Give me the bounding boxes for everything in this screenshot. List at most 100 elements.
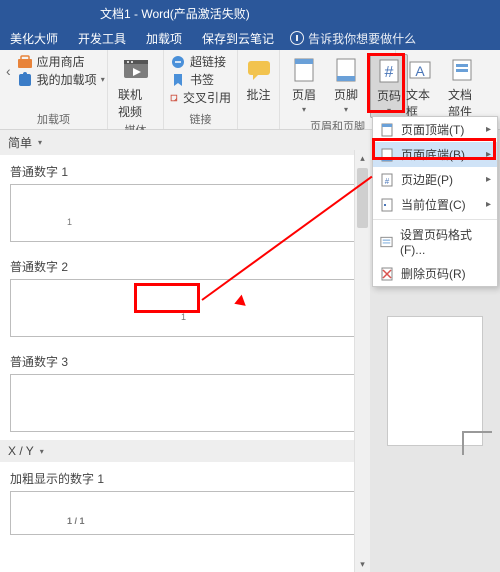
gallery-preview-3[interactable]: [10, 374, 360, 432]
gallery-preview-bold1[interactable]: 1 / 1: [10, 491, 360, 535]
puzzle-icon: [17, 72, 33, 88]
scroll-thumb[interactable]: [357, 168, 368, 228]
group-media: 联机视频 媒体: [108, 50, 164, 129]
tell-me-label: 告诉我你想要做什么: [308, 30, 416, 47]
crossref-icon: [170, 90, 179, 106]
bookmark-button[interactable]: 书签: [170, 72, 231, 88]
gallery-header-label: 简单: [8, 134, 32, 151]
menu-label: 删除页码(R): [401, 265, 466, 282]
tab-addins[interactable]: 加载项: [136, 26, 192, 50]
chevron-right-icon: ▸: [486, 199, 491, 210]
menu-label: 页面底端(B): [401, 146, 465, 163]
scroll-up-icon[interactable]: ▴: [355, 150, 370, 166]
chevron-right-icon: ▸: [486, 149, 491, 160]
title-bar: 文档1 - Word(产品激活失败): [0, 0, 500, 26]
chevron-left-icon[interactable]: ‹: [6, 63, 11, 79]
menu-label: 页面顶端(T): [401, 121, 464, 138]
textbox-icon: A: [406, 56, 434, 84]
menu-separator: [373, 219, 497, 220]
remove-icon: [379, 266, 395, 282]
my-addins-button[interactable]: 我的加载项 ▾: [17, 72, 105, 88]
app-store-button[interactable]: 应用商店: [17, 54, 105, 70]
menu-label: 页边距(P): [401, 171, 453, 188]
gallery-xy-label: X / Y: [8, 444, 34, 458]
gallery-preview-1[interactable]: 1: [10, 184, 360, 242]
page-number-sample: 1 / 1: [67, 516, 85, 526]
tab-beautify[interactable]: 美化大师: [0, 26, 68, 50]
hyperlink-button[interactable]: 超链接: [170, 54, 231, 70]
chevron-down-icon: ▾: [38, 138, 42, 147]
hyperlink-label: 超链接: [190, 54, 226, 70]
link-icon: [170, 54, 186, 70]
group-links-label: 链接: [170, 111, 231, 129]
chevron-down-icon: ▾: [40, 447, 44, 456]
ribbon-tabs: 美化大师 开发工具 加载项 保存到云笔记 告诉我你想要做什么: [0, 26, 500, 50]
menu-page-bottom[interactable]: 页面底端(B) ▸: [373, 142, 497, 167]
bookmark-icon: [170, 72, 186, 88]
gallery-item-label: 普通数字 3: [0, 345, 370, 374]
scroll-down-icon[interactable]: ▾: [355, 556, 370, 572]
comment-button[interactable]: 批注: [241, 54, 277, 105]
cross-ref-button[interactable]: 交叉引用: [170, 90, 231, 106]
textbox-label: 文本框: [406, 86, 434, 120]
chevron-down-icon: ▾: [302, 105, 306, 114]
chevron-right-icon: ▸: [486, 124, 491, 135]
gallery-preview-2[interactable]: 1: [10, 279, 360, 337]
my-addins-label: 我的加载项: [37, 72, 97, 88]
menu-current-position[interactable]: 当前位置(C) ▸: [373, 192, 497, 217]
chevron-down-icon: ▾: [344, 105, 348, 114]
document-page[interactable]: [387, 316, 483, 446]
group-links: 超链接 书签 交叉引用 链接: [164, 50, 238, 129]
online-video-button[interactable]: 联机视频: [114, 54, 157, 122]
group-comments: 批注: [238, 50, 280, 129]
footer-label: 页脚: [334, 86, 358, 103]
gallery-scrollbar[interactable]: ▴ ▾: [354, 150, 370, 572]
header-button[interactable]: 页眉 ▾: [286, 54, 322, 118]
app-store-label: 应用商店: [37, 54, 85, 70]
menu-format-page-number[interactable]: 设置页码格式(F)...: [373, 222, 497, 261]
chevron-down-icon: ▾: [101, 72, 105, 88]
page-number-sample: 1: [67, 217, 72, 227]
comment-icon: [245, 56, 273, 84]
menu-label: 当前位置(C): [401, 196, 466, 213]
chevron-down-icon: ▾: [387, 106, 391, 115]
header-icon: [290, 56, 318, 84]
gallery-header-simple: 简单 ▾: [0, 130, 370, 155]
menu-page-top[interactable]: 页面顶端(T) ▸: [373, 117, 497, 142]
parts-label: 文档部件: [448, 86, 476, 120]
footer-button[interactable]: 页脚 ▾: [328, 54, 364, 118]
menu-remove-page-number[interactable]: 删除页码(R): [373, 261, 497, 286]
svg-text:A: A: [415, 63, 425, 79]
tab-developer[interactable]: 开发工具: [68, 26, 136, 50]
chevron-right-icon: ▸: [486, 174, 491, 185]
page-number-menu: 页面顶端(T) ▸ 页面底端(B) ▸ # 页边距(P) ▸ 当前位置(C) ▸…: [372, 116, 498, 287]
svg-text:#: #: [385, 177, 390, 186]
menu-page-margins[interactable]: # 页边距(P) ▸: [373, 167, 497, 192]
gallery-item-label: 普通数字 1: [0, 155, 370, 184]
current-pos-icon: [379, 197, 395, 213]
video-icon: [122, 56, 150, 84]
gallery-header-xy: X / Y ▾: [0, 440, 370, 462]
svg-text:#: #: [385, 64, 394, 81]
window-title: 文档1 - Word(产品激活失败): [100, 5, 250, 22]
page-bottom-icon: [379, 147, 395, 163]
group-addins-label: 加载项: [6, 111, 101, 129]
cross-ref-label: 交叉引用: [183, 90, 231, 106]
gallery-item-label: 加粗显示的数字 1: [0, 462, 370, 491]
tell-me[interactable]: 告诉我你想要做什么: [290, 30, 416, 47]
menu-label: 设置页码格式(F)...: [400, 226, 491, 257]
store-icon: [17, 54, 33, 70]
format-icon: [379, 234, 394, 250]
online-video-label: 联机视频: [118, 86, 153, 120]
tab-save-cloud[interactable]: 保存到云笔记: [192, 26, 284, 50]
group-addins: ‹ 应用商店 我的加载项 ▾ 加载项: [0, 50, 108, 129]
page-top-icon: [379, 122, 395, 138]
header-label: 页眉: [292, 86, 316, 103]
group-comments-label: [244, 127, 273, 129]
page-margins-icon: #: [379, 172, 395, 188]
pagenum-gallery: 简单 ▾ 普通数字 1 1 普通数字 2 1 普通数字 3 X / Y ▾ 加粗…: [0, 130, 370, 572]
bookmark-label: 书签: [190, 72, 214, 88]
crop-mark: [462, 431, 492, 455]
page-number-sample: 1: [181, 312, 186, 322]
footer-icon: [332, 56, 360, 84]
